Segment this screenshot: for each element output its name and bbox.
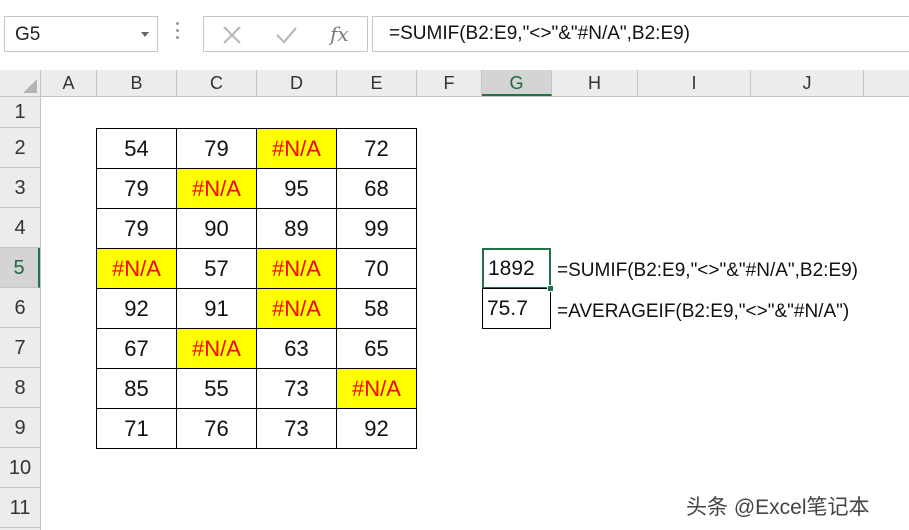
- column-header-a[interactable]: A: [41, 70, 97, 96]
- table-row: 79 90 89 99: [96, 208, 417, 249]
- select-all-icon: [23, 79, 37, 93]
- cancel-button[interactable]: [212, 21, 252, 49]
- row-header-4[interactable]: 4: [0, 208, 40, 248]
- table-row: 67 #N/A 63 65: [96, 328, 417, 369]
- column-header-i[interactable]: I: [638, 70, 751, 96]
- average-formula-note: =AVERAGEIF(B2:E9,"<>"&"#N/A"): [557, 301, 850, 322]
- row-header-9[interactable]: 9: [0, 408, 40, 448]
- select-all-button[interactable]: [0, 70, 41, 96]
- cell-b3[interactable]: 79: [96, 168, 177, 209]
- table-row: 85 55 73 #N/A: [96, 368, 417, 409]
- cell-c6[interactable]: 91: [176, 288, 257, 329]
- cell-b4[interactable]: 79: [96, 208, 177, 249]
- column-headers: A B C D E F G H I J: [0, 70, 909, 97]
- drag-handle-icon[interactable]: [176, 22, 180, 44]
- cell-e4[interactable]: 99: [336, 208, 417, 249]
- insert-function-button[interactable]: fx: [320, 21, 360, 49]
- enter-button[interactable]: [266, 21, 306, 49]
- cell-e9[interactable]: 92: [336, 408, 417, 449]
- function-icon: fx: [330, 22, 349, 46]
- cell-d4[interactable]: 89: [256, 208, 337, 249]
- table-row: 71 76 73 92: [96, 408, 417, 449]
- table-row: 92 91 #N/A 58: [96, 288, 417, 329]
- worksheet-grid[interactable]: 54 79 #N/A 72 79 #N/A 95 68 79 90 89 99 …: [41, 97, 909, 530]
- cell-b7[interactable]: 67: [96, 328, 177, 369]
- formula-text: =SUMIF(B2:E9,"<>"&"#N/A",B2:E9): [389, 23, 691, 44]
- cell-d6[interactable]: #N/A: [256, 288, 337, 329]
- column-header-j[interactable]: J: [751, 70, 864, 96]
- row-header-11[interactable]: 11: [0, 488, 40, 528]
- column-header-h[interactable]: H: [552, 70, 638, 96]
- cell-d2[interactable]: #N/A: [256, 128, 337, 169]
- column-header-b[interactable]: B: [97, 70, 177, 96]
- cell-d3[interactable]: 95: [256, 168, 337, 209]
- table-row: 79 #N/A 95 68: [96, 168, 417, 209]
- check-icon: [276, 27, 297, 44]
- column-header-g[interactable]: G: [482, 70, 552, 96]
- cell-c3[interactable]: #N/A: [176, 168, 257, 209]
- cell-c9[interactable]: 76: [176, 408, 257, 449]
- data-table: 54 79 #N/A 72 79 #N/A 95 68 79 90 89 99 …: [96, 128, 417, 449]
- column-header-c[interactable]: C: [177, 70, 257, 96]
- formula-input[interactable]: =SUMIF(B2:E9,"<>"&"#N/A",B2:E9): [372, 16, 909, 52]
- fill-handle[interactable]: [547, 285, 554, 292]
- name-box-value: G5: [15, 24, 41, 45]
- cell-e7[interactable]: 65: [336, 328, 417, 369]
- formula-buttons: fx: [203, 16, 368, 52]
- cell-d8[interactable]: 73: [256, 368, 337, 409]
- cell-c4[interactable]: 90: [176, 208, 257, 249]
- cell-g6[interactable]: 75.7: [482, 288, 551, 329]
- sum-formula-note: =SUMIF(B2:E9,"<>"&"#N/A",B2:E9): [557, 260, 859, 281]
- cell-d9[interactable]: 73: [256, 408, 337, 449]
- column-header-f[interactable]: F: [417, 70, 482, 96]
- cell-g5-active[interactable]: 1892: [482, 248, 551, 289]
- cell-c2[interactable]: 79: [176, 128, 257, 169]
- formula-bar: G5 fx =SUMIF(B2:E9,"<>"&"#N/A",B2:E9): [0, 0, 909, 70]
- cell-e3[interactable]: 68: [336, 168, 417, 209]
- table-row: 54 79 #N/A 72: [96, 128, 417, 169]
- row-header-3[interactable]: 3: [0, 168, 40, 208]
- cell-c8[interactable]: 55: [176, 368, 257, 409]
- row-header-10[interactable]: 10: [0, 448, 40, 488]
- cell-e6[interactable]: 58: [336, 288, 417, 329]
- column-header-e[interactable]: E: [337, 70, 417, 96]
- row-header-2[interactable]: 2: [0, 128, 40, 168]
- cell-e2[interactable]: 72: [336, 128, 417, 169]
- name-box[interactable]: G5: [4, 16, 158, 52]
- chevron-down-icon[interactable]: [141, 32, 149, 37]
- close-icon: [223, 26, 241, 44]
- cell-e8[interactable]: #N/A: [336, 368, 417, 409]
- watermark: 头条 @Excel笔记本: [686, 496, 870, 519]
- cell-c7[interactable]: #N/A: [176, 328, 257, 369]
- cell-b9[interactable]: 71: [96, 408, 177, 449]
- row-header-8[interactable]: 8: [0, 368, 40, 408]
- row-header-5[interactable]: 5: [0, 248, 40, 288]
- cell-b2[interactable]: 54: [96, 128, 177, 169]
- cell-b6[interactable]: 92: [96, 288, 177, 329]
- cell-c5[interactable]: 57: [176, 248, 257, 289]
- cell-d7[interactable]: 63: [256, 328, 337, 369]
- row-header-6[interactable]: 6: [0, 288, 40, 328]
- table-row: #N/A 57 #N/A 70: [96, 248, 417, 289]
- cell-d5[interactable]: #N/A: [256, 248, 337, 289]
- column-header-d[interactable]: D: [257, 70, 337, 96]
- row-header-1[interactable]: 1: [0, 97, 40, 128]
- cell-b5[interactable]: #N/A: [96, 248, 177, 289]
- row-header-7[interactable]: 7: [0, 328, 40, 368]
- row-headers: 1 2 3 4 5 6 7 8 9 10 11: [0, 97, 41, 530]
- cell-e5[interactable]: 70: [336, 248, 417, 289]
- cell-b8[interactable]: 85: [96, 368, 177, 409]
